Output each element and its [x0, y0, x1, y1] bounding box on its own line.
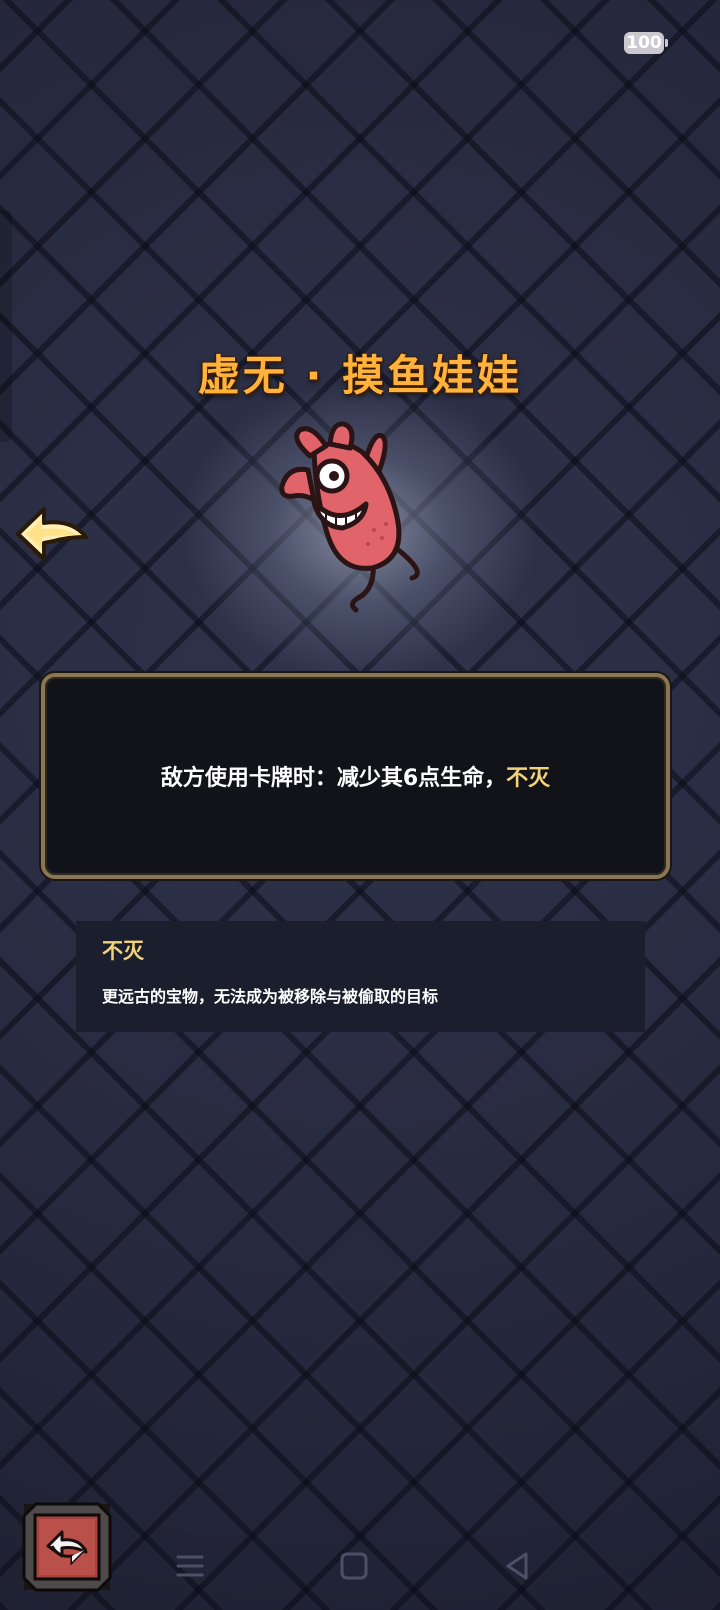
home-icon — [340, 1552, 368, 1580]
nav-back-button[interactable] — [500, 1548, 536, 1584]
return-button[interactable] — [22, 1502, 112, 1592]
battery-indicator: 100 — [624, 32, 668, 54]
effect-description: 敌方使用卡牌时：减少其6点生命， — [160, 766, 507, 791]
relic-title: 虚无 · 摸鱼娃娃 — [197, 351, 523, 400]
relic-effect-panel: 敌方使用卡牌时：减少其6点生命，不灭 — [41, 673, 670, 879]
side-drawer-handle[interactable] — [0, 210, 12, 442]
keyword-description: 更远古的宝物，无法成为被移除与被偷取的目标 — [102, 987, 439, 1006]
relic-effect-text: 敌方使用卡牌时：减少其6点生命，不灭 — [161, 760, 550, 792]
menu-icon — [176, 1555, 204, 1577]
nav-menu-button[interactable] — [172, 1548, 208, 1584]
left-arrow-icon — [16, 507, 88, 561]
keyword-title: 不灭 — [102, 939, 144, 963]
pink-doll-relic-icon — [270, 418, 440, 616]
back-triangle-icon — [506, 1552, 528, 1580]
keyword-tooltip: 不灭 更远古的宝物，无法成为被移除与被偷取的目标 — [76, 921, 645, 1032]
effect-keyword[interactable]: 不灭 — [506, 766, 550, 791]
return-arrow-icon — [22, 1502, 112, 1592]
back-button[interactable] — [14, 503, 92, 565]
nav-home-button[interactable] — [336, 1548, 372, 1584]
